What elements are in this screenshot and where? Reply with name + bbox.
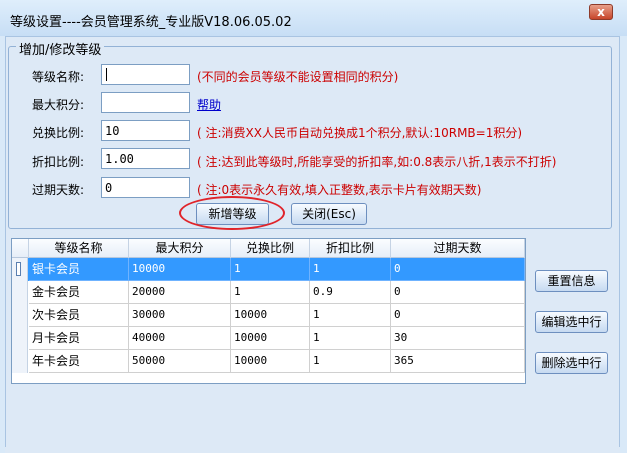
cell-discount-ratio: 1 [310,350,391,373]
cell-expire-days: 30 [391,327,525,350]
title-bar: 等级设置----会员管理系统_专业版V18.06.05.02 x [0,0,627,36]
cell-expire-days: 0 [391,258,525,281]
cell-max-points: 40000 [129,327,231,350]
exchange-ratio-note: ( 注:消费XX人民币自动兑换成1个积分,默认:10RMB=1积分) [197,126,523,140]
highlight-ring [179,196,285,230]
current-row-marker [16,262,21,276]
level-name-note: (不同的会员等级不能设置相同的积分) [197,70,399,84]
cell-max-points: 20000 [129,281,231,304]
close-icon: x [597,5,605,19]
level-name-input[interactable] [101,64,190,85]
cell-exchange-ratio: 1 [231,258,310,281]
expire-days-label: 过期天数: [32,183,85,197]
row-indicator [12,281,28,304]
cell-discount-ratio: 0.9 [310,281,391,304]
header-indicator-cell [12,239,29,258]
table-row[interactable]: 次卡会员 30000 10000 1 0 [12,304,525,327]
close-button[interactable]: 关闭(Esc) [291,203,367,225]
header-discount-ratio[interactable]: 折扣比例 [310,239,391,258]
discount-ratio-input[interactable] [101,148,190,169]
cell-max-points: 10000 [129,258,231,281]
table-row[interactable]: 月卡会员 40000 10000 1 30 [12,327,525,350]
cell-expire-days: 365 [391,350,525,373]
table-row[interactable]: 金卡会员 20000 1 0.9 0 [12,281,525,304]
cell-exchange-ratio: 10000 [231,304,310,327]
groupbox-title: 增加/修改等级 [16,39,105,58]
close-window-button[interactable]: x [589,4,613,20]
cell-max-points: 50000 [129,350,231,373]
cell-discount-ratio: 1 [310,327,391,350]
cell-exchange-ratio: 10000 [231,350,310,373]
row-indicator [12,350,28,373]
header-exchange-ratio[interactable]: 兑换比例 [231,239,310,258]
level-name-label: 等级名称: [32,70,85,84]
window-title: 等级设置----会员管理系统_专业版V18.06.05.02 [10,15,292,30]
table-row[interactable]: 银卡会员 10000 1 1 0 [12,258,525,281]
cell-discount-ratio: 1 [310,258,391,281]
header-max-points[interactable]: 最大积分 [129,239,231,258]
row-indicator [12,327,28,350]
cell-discount-ratio: 1 [310,304,391,327]
cell-level-name: 月卡会员 [29,327,129,350]
cell-exchange-ratio: 10000 [231,327,310,350]
cell-level-name: 银卡会员 [29,258,129,281]
max-points-input[interactable] [101,92,190,113]
table-row[interactable]: 年卡会员 50000 10000 1 365 [12,350,525,373]
header-level-name[interactable]: 等级名称 [29,239,129,258]
cell-expire-days: 0 [391,281,525,304]
text-caret [106,68,107,81]
cell-max-points: 30000 [129,304,231,327]
delete-selected-row-button[interactable]: 删除选中行 [535,352,608,374]
grid-header: 等级名称 最大积分 兑换比例 折扣比例 过期天数 [12,239,525,258]
row-indicator [12,258,28,281]
reset-info-button[interactable]: 重置信息 [535,270,608,292]
level-grid[interactable]: 等级名称 最大积分 兑换比例 折扣比例 过期天数 银卡会员 10000 1 1 … [11,238,526,384]
exchange-ratio-input[interactable] [101,120,190,141]
expire-days-input[interactable] [101,177,190,198]
cell-expire-days: 0 [391,304,525,327]
header-expire-days[interactable]: 过期天数 [391,239,525,258]
max-points-label: 最大积分: [32,98,85,112]
cell-level-name: 年卡会员 [29,350,129,373]
bottom-edge [5,447,620,453]
discount-ratio-label: 折扣比例: [32,155,85,169]
cell-level-name: 次卡会员 [29,304,129,327]
discount-ratio-note: ( 注:达到此等级时,所能享受的折扣率,如:0.8表示八折,1表示不打折) [197,155,557,169]
cell-exchange-ratio: 1 [231,281,310,304]
help-link[interactable]: 帮助 [197,96,221,113]
exchange-ratio-label: 兑换比例: [32,126,85,140]
edit-selected-row-button[interactable]: 编辑选中行 [535,311,608,333]
cell-level-name: 金卡会员 [29,281,129,304]
level-settings-window: 等级设置----会员管理系统_专业版V18.06.05.02 x 增加/修改等级… [0,0,627,453]
row-indicator [12,304,28,327]
